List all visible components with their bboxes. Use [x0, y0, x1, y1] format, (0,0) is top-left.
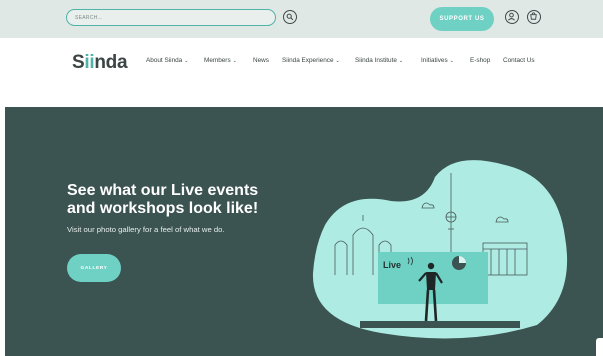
menu-eshop-label: E-shop — [470, 57, 491, 64]
hero-subtext: Visit our photo gallery for a feel of wh… — [67, 225, 225, 234]
menu-members[interactable]: Members ⌄ — [204, 57, 237, 64]
scroll-widget[interactable] — [596, 338, 603, 356]
logo-s: S — [72, 52, 85, 73]
stage-floor — [360, 321, 520, 328]
gallery-button[interactable]: GALLERY — [67, 254, 121, 282]
siinda-logo[interactable]: Siinda — [72, 52, 128, 74]
logo-nda: nda — [94, 52, 128, 73]
chevron-down-icon: ⌄ — [232, 58, 237, 64]
chevron-down-icon: ⌄ — [449, 58, 454, 64]
search-icon — [286, 13, 294, 21]
hero-heading-line-1: See what our Live events — [67, 182, 259, 199]
menu-experience-label: Siinda Experience — [282, 57, 334, 64]
user-icon — [508, 12, 515, 21]
menu-initiatives[interactable]: Initiatives ⌄ — [421, 57, 454, 64]
menu-members-label: Members — [204, 57, 231, 64]
cart-button[interactable] — [527, 10, 541, 24]
search-box[interactable] — [66, 9, 276, 26]
menu-contact-label: Contact Us — [503, 57, 535, 64]
live-event-illustration: Live — [312, 160, 568, 339]
menu-experience[interactable]: Siinda Experience ⌄ — [282, 57, 340, 64]
cart-icon — [530, 12, 537, 20]
hero-heading: See what our Live events and workshops l… — [67, 182, 307, 218]
menu-news-label: News — [253, 57, 269, 64]
support-us-button[interactable]: SUPPORT US — [430, 7, 494, 31]
menu-initiatives-label: Initiatives — [421, 57, 448, 64]
menu-institute-label: Siinda Institute — [355, 57, 397, 64]
illustration-blob — [312, 160, 568, 339]
hero-heading-line-2: and workshops look like! — [67, 200, 259, 217]
top-bar: SUPPORT US — [0, 0, 603, 38]
chevron-down-icon: ⌄ — [184, 58, 189, 64]
menu-about-label: About Siinda — [146, 57, 183, 64]
screen-live-text: Live — [383, 260, 401, 270]
chevron-down-icon: ⌄ — [335, 58, 340, 64]
search-input[interactable] — [75, 12, 265, 23]
chevron-down-icon: ⌄ — [398, 58, 404, 64]
account-button[interactable] — [505, 10, 519, 24]
menu-about[interactable]: About Siinda ⌄ — [146, 57, 188, 64]
menu-contact[interactable]: Contact Us — [503, 57, 535, 64]
menu-eshop[interactable]: E-shop — [470, 57, 490, 64]
logo-ii: ii — [84, 52, 95, 73]
search-button[interactable] — [283, 10, 297, 24]
menu-institute[interactable]: Siinda Institute ⌄ — [355, 57, 403, 64]
menu-news[interactable]: News — [253, 57, 269, 64]
pie-chart-icon — [452, 256, 466, 270]
